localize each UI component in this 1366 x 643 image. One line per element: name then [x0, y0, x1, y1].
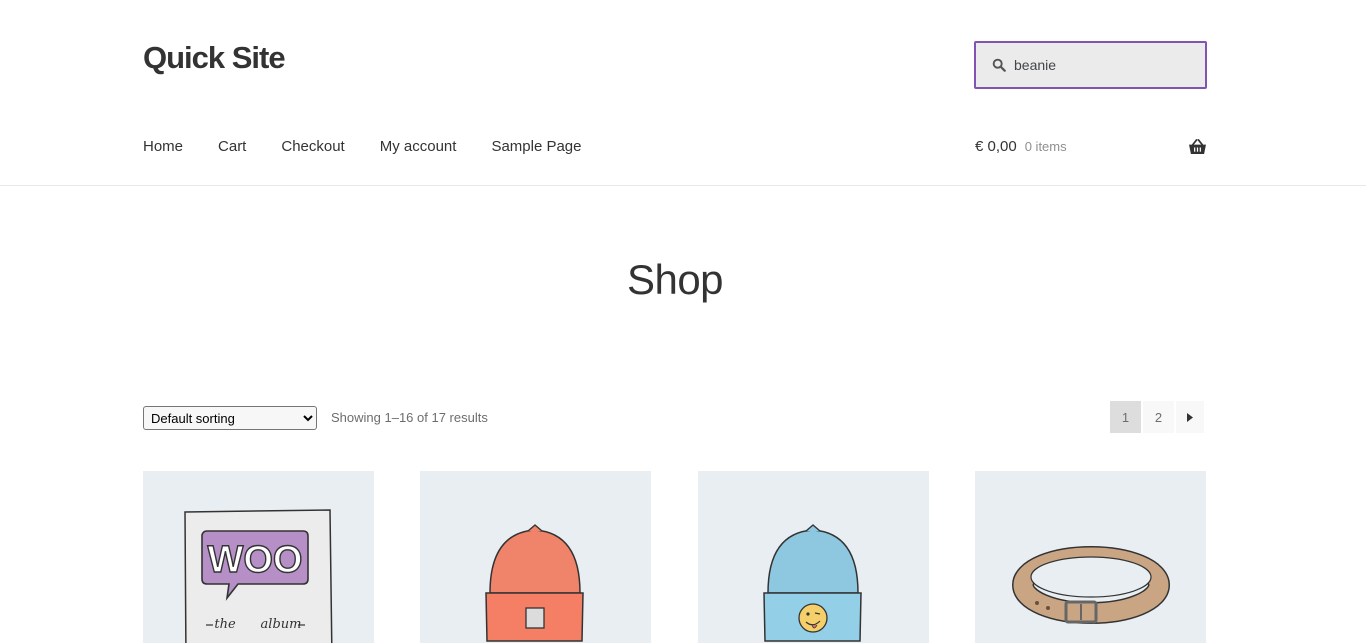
next-page-button[interactable] [1176, 401, 1204, 433]
album-art-the-text: the [214, 617, 236, 632]
nav-item-my-account[interactable]: My account [380, 138, 457, 155]
page-title-text: Shop [626, 256, 724, 303]
cart-count: 0 items [1024, 139, 1067, 154]
nav-item-cart[interactable]: Cart [218, 138, 246, 155]
header-cart[interactable]: € 0,00 0 items [975, 138, 1207, 155]
album-art-album-text: album [261, 617, 302, 632]
album-art-woo-text: WOO [208, 539, 303, 581]
caret-right-icon [1187, 412, 1193, 422]
nav-item-sample-page[interactable]: Sample Page [491, 138, 581, 155]
woo-album-image: WOO the album [143, 471, 374, 643]
page-number-1: 1 [1110, 401, 1141, 433]
sort-select[interactable]: Default sorting [143, 406, 317, 430]
page-title: Shop [0, 256, 1366, 304]
product-card-blue-beanie[interactable] [698, 471, 929, 643]
primary-nav: Home Cart Checkout My account Sample Pag… [143, 138, 617, 155]
product-card-album[interactable]: WOO the album [143, 471, 374, 643]
nav-item-home[interactable]: Home [143, 138, 183, 155]
page-number-2[interactable]: 2 [1143, 401, 1174, 433]
brown-belt-image [975, 471, 1206, 643]
pagination: 1 2 [1110, 401, 1204, 433]
blue-beanie-image [698, 471, 929, 643]
orange-beanie-image [420, 471, 651, 643]
nav-item-checkout[interactable]: Checkout [281, 138, 344, 155]
result-count: Showing 1–16 of 17 results [331, 410, 488, 425]
product-card-orange-beanie[interactable] [420, 471, 651, 643]
site-header: Quick Site Home Cart Checkout My account… [0, 0, 1366, 186]
product-grid: WOO the album [143, 471, 1207, 643]
site-title[interactable]: Quick Site [143, 40, 286, 76]
search-input[interactable] [1014, 57, 1194, 73]
basket-icon [1189, 138, 1206, 154]
search-icon [992, 58, 1006, 72]
search-box[interactable] [974, 41, 1207, 89]
cart-amount: € 0,00 [975, 138, 1017, 155]
product-card-belt[interactable] [975, 471, 1206, 643]
